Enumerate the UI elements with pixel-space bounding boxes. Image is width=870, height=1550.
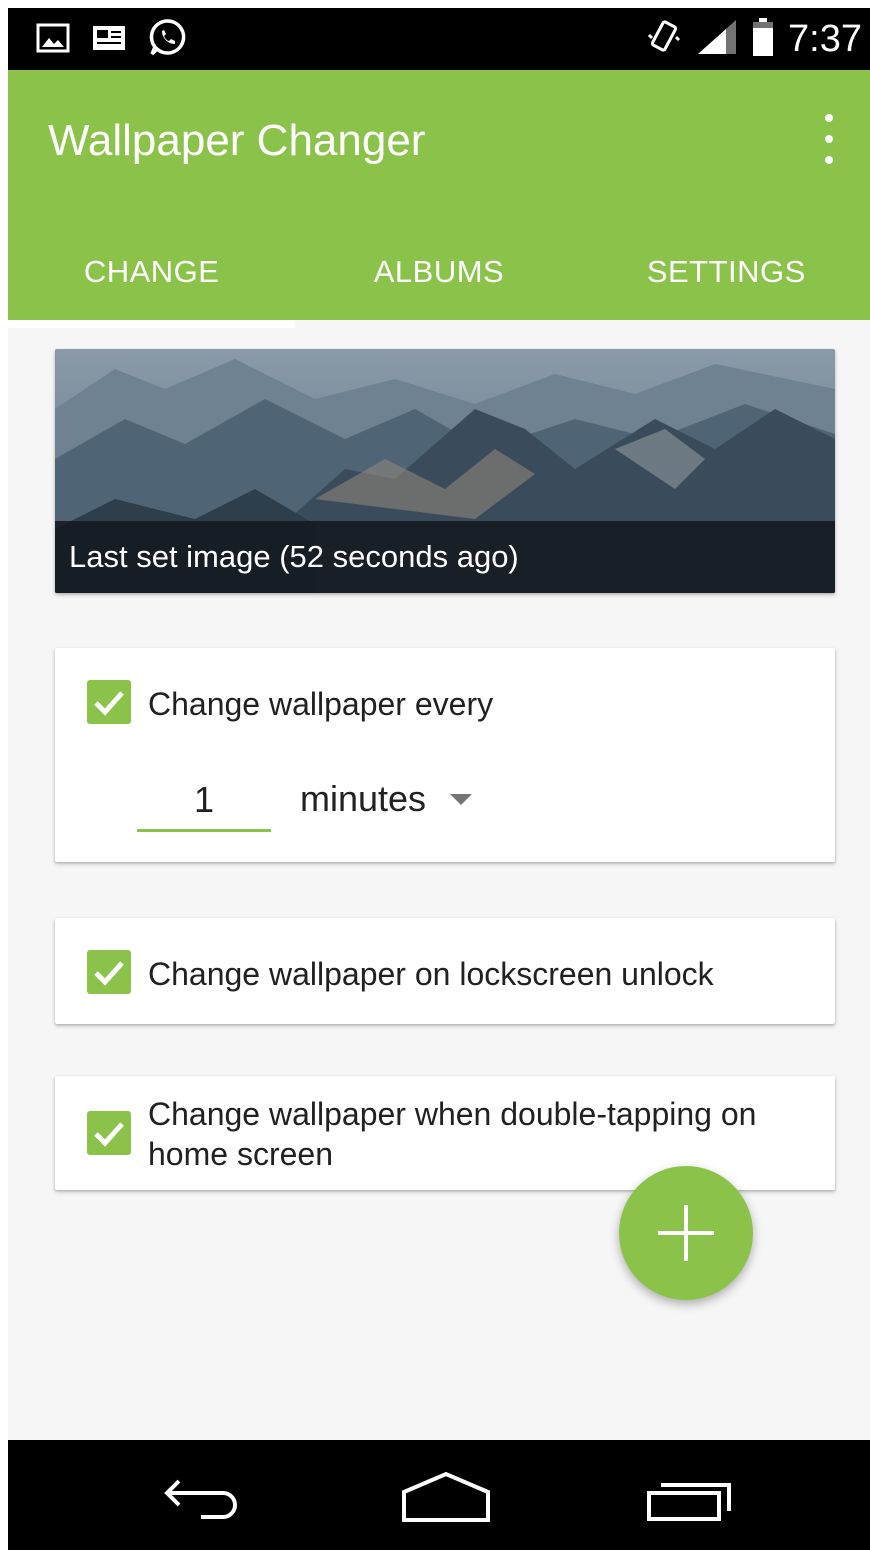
double-tap-checkbox[interactable] <box>87 1111 131 1155</box>
interval-option-card: Change wallpaper every minutes <box>55 648 835 862</box>
navigation-bar <box>8 1440 870 1550</box>
add-button[interactable] <box>619 1166 753 1300</box>
tab-albums[interactable]: ALBUMS <box>295 228 582 320</box>
tab-bar: CHANGE ALBUMS SETTINGS <box>8 228 870 328</box>
tab-settings[interactable]: SETTINGS <box>583 228 870 320</box>
image-icon <box>36 23 70 58</box>
unlock-checkbox[interactable] <box>87 950 131 994</box>
interval-unit-dropdown[interactable]: minutes <box>300 774 473 824</box>
interval-unit-value: minutes <box>300 778 427 819</box>
interval-input[interactable] <box>137 770 271 832</box>
back-icon <box>164 1479 237 1519</box>
tab-change[interactable]: CHANGE <box>8 228 296 328</box>
home-button[interactable] <box>396 1470 496 1526</box>
interval-label: Change wallpaper every <box>148 686 494 722</box>
last-image-caption: Last set image (52 seconds ago) <box>55 521 835 593</box>
app-screen: 7:37 Wallpaper Changer CHANGE ALBUMS SET… <box>8 8 870 1550</box>
home-icon <box>402 1471 490 1522</box>
system-indicators: 7:37 <box>646 16 862 62</box>
last-image-card[interactable]: Last set image (52 seconds ago) <box>55 349 835 593</box>
whatsapp-icon <box>148 18 188 63</box>
signal-icon <box>696 18 738 61</box>
battery-icon <box>752 17 774 62</box>
plus-icon <box>658 1205 714 1261</box>
unlock-option-card: Change wallpaper on lockscreen unlock <box>55 918 835 1024</box>
dropdown-arrow-icon <box>450 793 473 805</box>
double-tap-label: Change wallpaper when double-tapping on … <box>148 1096 757 1172</box>
interval-checkbox[interactable] <box>87 680 131 724</box>
vibrate-icon <box>646 17 682 62</box>
overflow-dot <box>825 114 833 122</box>
unlock-label: Change wallpaper on lockscreen unlock <box>148 956 714 992</box>
status-clock: 7:37 <box>788 17 862 60</box>
app-bar: Wallpaper Changer CHANGE ALBUMS SETTINGS <box>8 70 870 328</box>
checkmark-icon <box>94 691 124 716</box>
notification-icons <box>36 18 188 58</box>
app-title: Wallpaper Changer <box>48 116 426 165</box>
more-vertical-icon[interactable] <box>814 114 844 164</box>
checkmark-icon <box>94 1122 124 1147</box>
news-icon <box>92 23 126 58</box>
double-tap-option-card: Change wallpaper when double-tapping on … <box>55 1076 835 1190</box>
recents-icon <box>647 1483 731 1521</box>
recents-button[interactable] <box>640 1470 740 1526</box>
back-button[interactable] <box>154 1470 254 1526</box>
status-bar: 7:37 <box>8 8 870 70</box>
checkmark-icon <box>94 961 124 986</box>
overflow-dot <box>825 135 833 143</box>
overflow-dot <box>825 156 833 164</box>
